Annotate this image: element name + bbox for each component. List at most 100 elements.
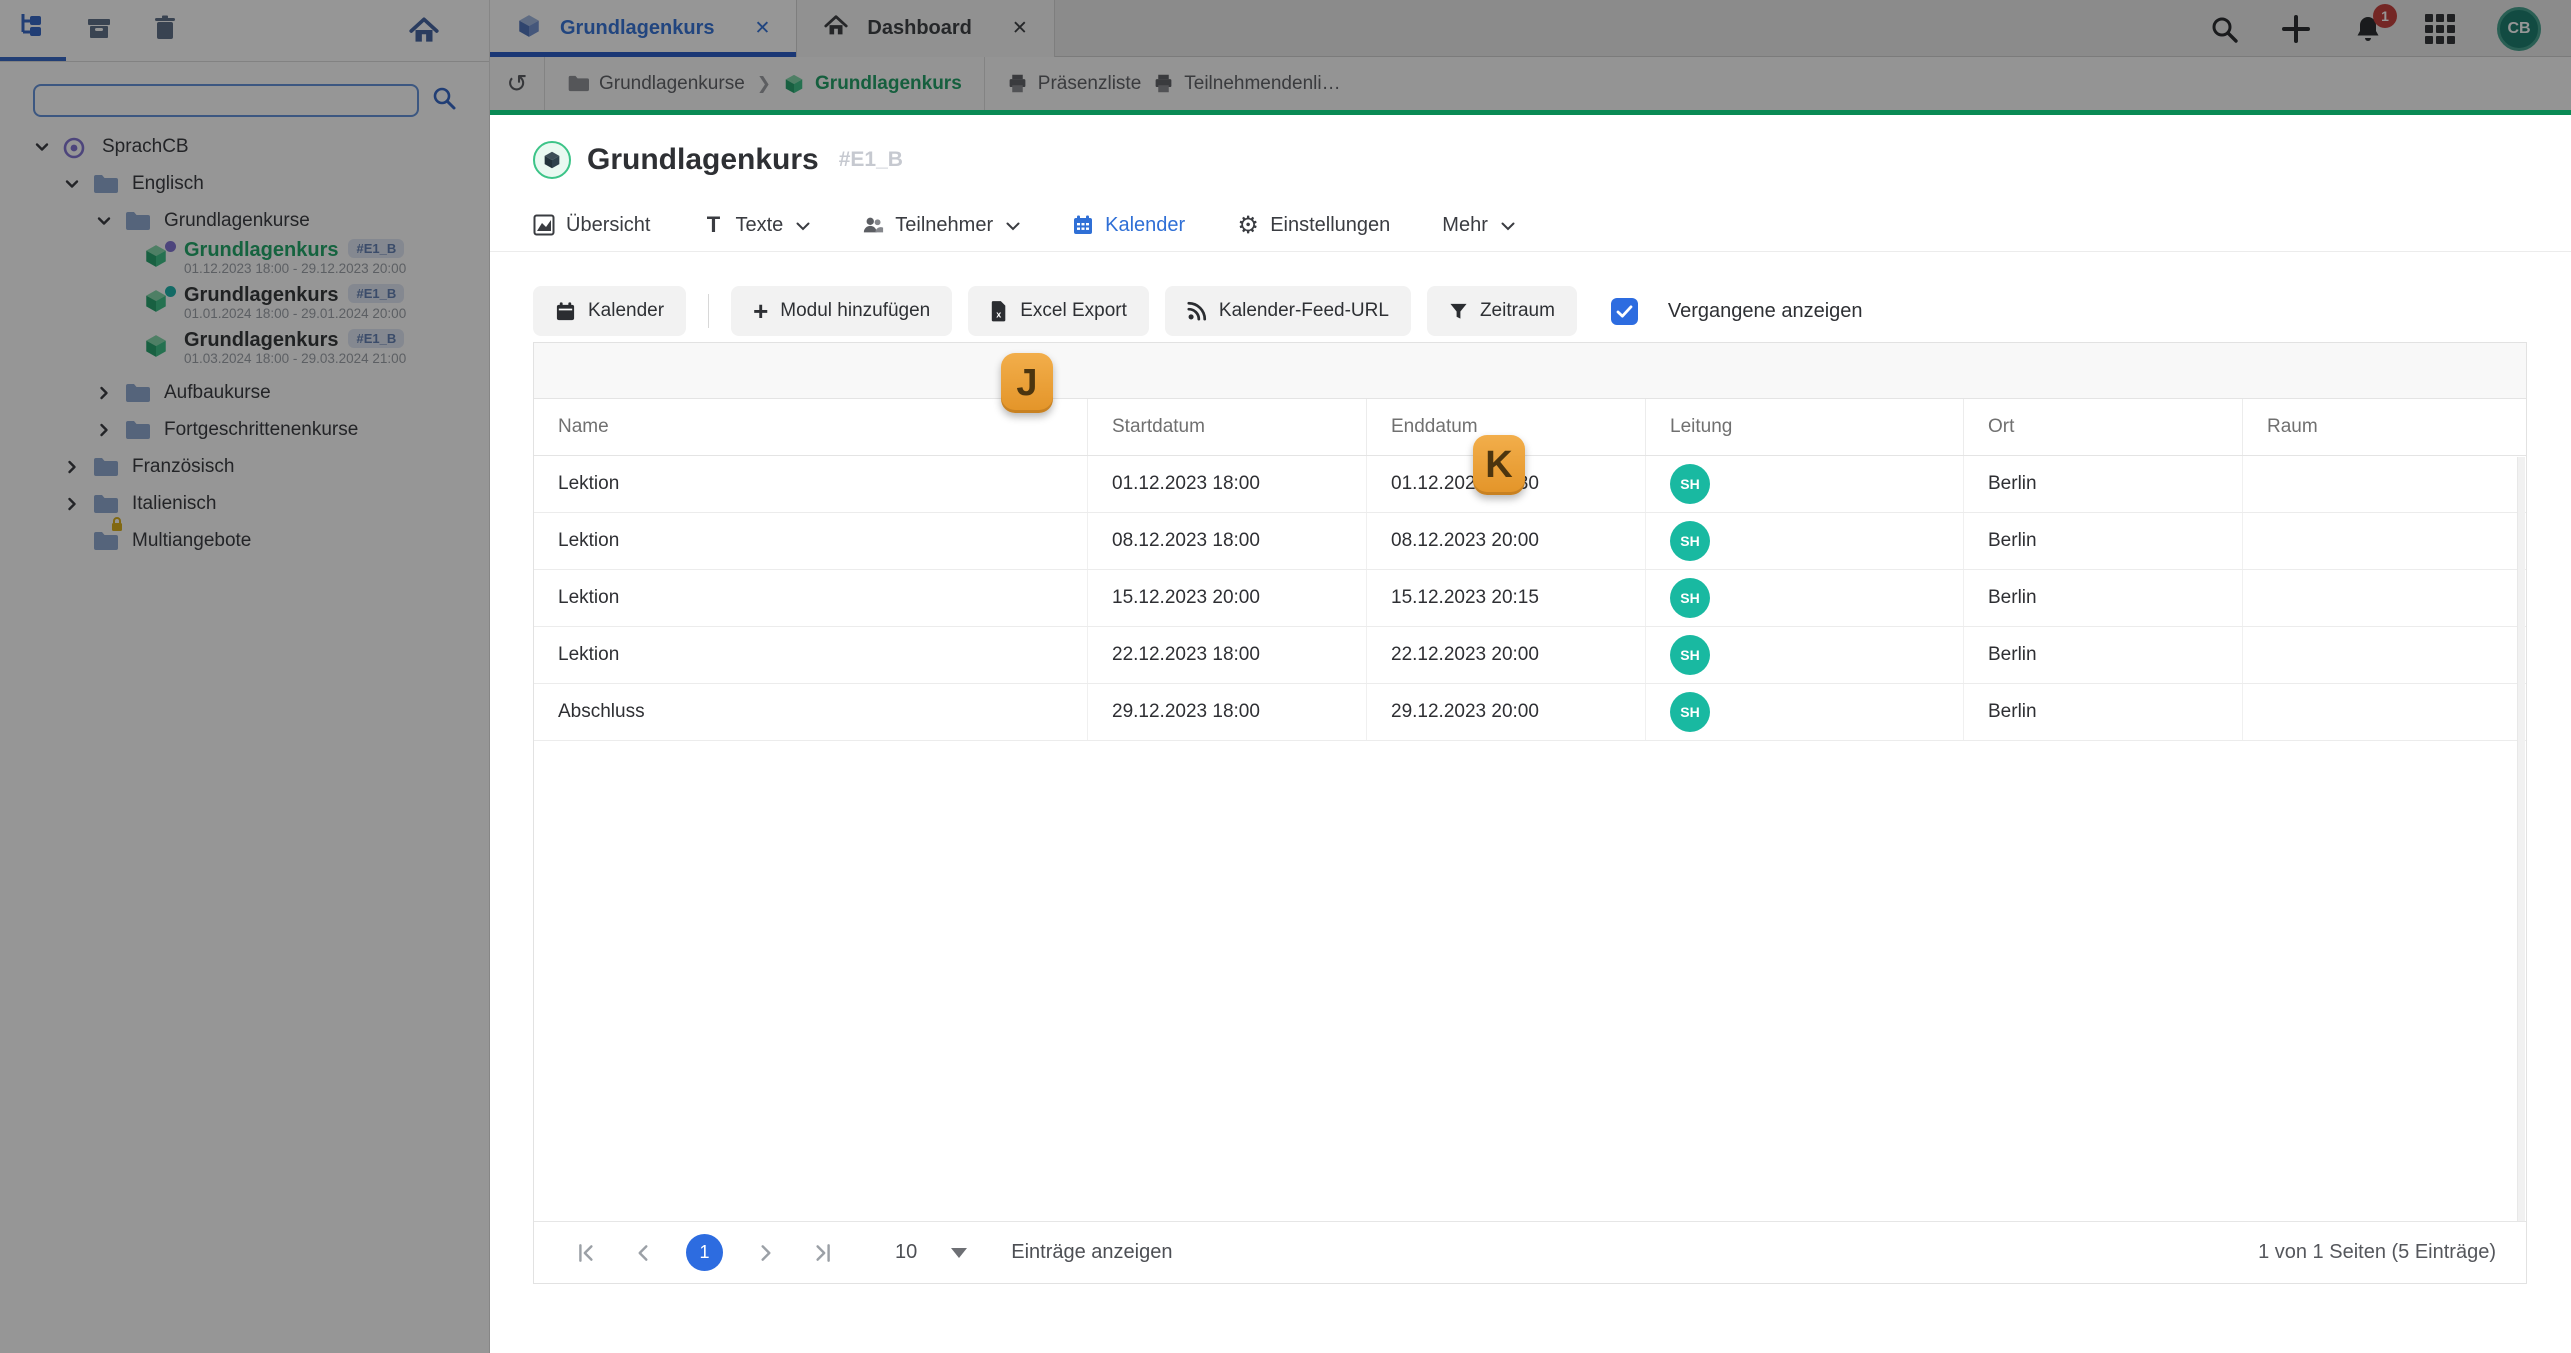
- modul-hinzufuegen-button[interactable]: + Modul hinzufügen: [731, 286, 953, 336]
- funnel-icon: [1450, 303, 1467, 319]
- column-header-ort[interactable]: Ort: [1964, 399, 2243, 455]
- course-nav-tabs: Übersicht T Texte Teilnehmer Kalender ⚙ …: [490, 199, 2571, 252]
- page-size-value: 10: [895, 1241, 918, 1263]
- cell-enddatum: 08.12.2023 20:00: [1367, 513, 1646, 569]
- checkbox-label[interactable]: Vergangene anzeigen: [1668, 300, 1863, 323]
- page-title: Grundlagenkurs: [587, 143, 819, 176]
- tab-label: Texte: [735, 213, 784, 236]
- cell-startdatum: 08.12.2023 18:00: [1088, 513, 1367, 569]
- tab-texte[interactable]: T Texte: [702, 212, 810, 237]
- tab-mehr[interactable]: Mehr: [1442, 214, 1515, 237]
- cell-raum: [2243, 627, 2526, 683]
- first-page-button[interactable]: [574, 1240, 600, 1266]
- leader-avatar[interactable]: SH: [1670, 578, 1710, 618]
- leader-avatar[interactable]: SH: [1670, 635, 1710, 675]
- people-icon: [862, 214, 884, 236]
- cell-enddatum: 15.12.2023 20:15: [1367, 570, 1646, 626]
- cell-name: Lektion: [534, 570, 1088, 626]
- cell-leitung: SH: [1646, 513, 1964, 569]
- kalender-button[interactable]: Kalender: [533, 286, 687, 336]
- vergangene-anzeigen-checkbox[interactable]: [1610, 297, 1638, 325]
- table-scrollbar-gutter[interactable]: [2517, 457, 2525, 1221]
- tab-kalender[interactable]: Kalender: [1072, 214, 1185, 237]
- table-row[interactable]: Lektion 15.12.2023 20:00 15.12.2023 20:1…: [534, 570, 2526, 627]
- leader-avatar[interactable]: SH: [1670, 464, 1710, 504]
- cell-ort: Berlin: [1964, 570, 2243, 626]
- tab-label: Teilnehmer: [895, 213, 994, 236]
- chevron-down-icon: [1501, 214, 1515, 237]
- rss-icon: [1187, 301, 1206, 321]
- cell-enddatum: 29.12.2023 20:00: [1367, 684, 1646, 740]
- table-empty-area: [534, 741, 2526, 1221]
- calendar-table-card: Name Startdatum Enddatum Leitung Ort Rau…: [533, 342, 2527, 1284]
- text-icon: T: [706, 212, 721, 237]
- chevron-down-icon: [1006, 214, 1020, 237]
- keyboard-hint-j[interactable]: J: [1001, 353, 1053, 413]
- check-icon: [1616, 304, 1633, 318]
- cell-leitung: SH: [1646, 684, 1964, 740]
- excel-file-icon: x: [992, 301, 1006, 322]
- calendar-toolbar: Kalender + Modul hinzufügen x Excel Expo…: [533, 286, 1863, 336]
- cell-leitung: SH: [1646, 627, 1964, 683]
- plus-icon: +: [753, 296, 769, 326]
- cell-ort: Berlin: [1964, 684, 2243, 740]
- previous-page-button[interactable]: [630, 1240, 656, 1266]
- leader-avatar[interactable]: SH: [1670, 692, 1710, 732]
- cell-name: Lektion: [534, 627, 1088, 683]
- page-size-select[interactable]: 10: [895, 1241, 968, 1264]
- course-cube-icon: [533, 141, 571, 179]
- chart-icon: [533, 214, 555, 236]
- gear-icon: ⚙: [1237, 211, 1259, 239]
- leader-avatar[interactable]: SH: [1670, 521, 1710, 561]
- column-header-raum[interactable]: Raum: [2243, 399, 2526, 455]
- tab-label: Einstellungen: [1270, 213, 1391, 236]
- last-page-button[interactable]: [809, 1240, 835, 1266]
- divider: [708, 294, 710, 328]
- page-size-label: Einträge anzeigen: [1011, 1241, 1173, 1263]
- cell-startdatum: 22.12.2023 18:00: [1088, 627, 1367, 683]
- tab-einstellungen[interactable]: ⚙ Einstellungen: [1237, 211, 1391, 239]
- button-label: Kalender: [588, 300, 665, 321]
- cell-ort: Berlin: [1964, 627, 2243, 683]
- button-label: Zeitraum: [1479, 300, 1555, 321]
- current-page-button[interactable]: 1: [686, 1234, 723, 1271]
- cell-raum: [2243, 684, 2526, 740]
- column-header-leitung[interactable]: Leitung: [1646, 399, 1964, 455]
- table-row[interactable]: Lektion 22.12.2023 18:00 22.12.2023 20:0…: [534, 627, 2526, 684]
- page-header: Grundlagenkurs #E1_B: [533, 141, 903, 179]
- tab-teilnehmer[interactable]: Teilnehmer: [862, 214, 1020, 237]
- cell-name: Abschluss: [534, 684, 1088, 740]
- table-row[interactable]: Abschluss 29.12.2023 18:00 29.12.2023 20…: [534, 684, 2526, 741]
- cell-ort: Berlin: [1964, 456, 2243, 512]
- calendar-icon: [556, 301, 575, 320]
- table-row[interactable]: Lektion 08.12.2023 18:00 08.12.2023 20:0…: [534, 513, 2526, 570]
- cell-leitung: SH: [1646, 570, 1964, 626]
- button-label: Kalender-Feed-URL: [1218, 300, 1389, 321]
- cell-raum: [2243, 456, 2526, 512]
- calendar-icon: [1072, 214, 1094, 236]
- tab-label: Mehr: [1442, 213, 1488, 236]
- zeitraum-button[interactable]: Zeitraum: [1426, 286, 1577, 336]
- keyboard-hint-k[interactable]: K: [1473, 435, 1525, 495]
- next-page-button[interactable]: [753, 1240, 779, 1266]
- cell-raum: [2243, 513, 2526, 569]
- course-code: #E1_B: [838, 148, 903, 171]
- sidebar-dim-overlay: [0, 0, 490, 1353]
- excel-export-button[interactable]: x Excel Export: [968, 286, 1149, 336]
- pagination-summary: 1 von 1 Seiten (5 Einträge): [2258, 1241, 2496, 1263]
- tab-uebersicht[interactable]: Übersicht: [533, 214, 650, 237]
- cell-name: Lektion: [534, 456, 1088, 512]
- pagination-bar: 1 10 Einträge anzeigen 1 von 1 Seiten (5…: [534, 1221, 2526, 1283]
- button-label: Modul hinzufügen: [780, 300, 931, 321]
- cell-enddatum: 22.12.2023 20:00: [1367, 627, 1646, 683]
- column-header-startdatum[interactable]: Startdatum: [1088, 399, 1367, 455]
- kalender-feed-url-button[interactable]: Kalender-Feed-URL: [1164, 286, 1411, 336]
- table-header-row: Name Startdatum Enddatum Leitung Ort Rau…: [534, 399, 2526, 456]
- cell-raum: [2243, 570, 2526, 626]
- main-content: Grundlagenkurs #E1_B Übersicht T Texte T…: [490, 115, 2571, 1353]
- topbar-dim-overlay: [490, 0, 2571, 110]
- svg-text:x: x: [997, 309, 1002, 319]
- cell-startdatum: 01.12.2023 18:00: [1088, 456, 1367, 512]
- table-row[interactable]: Lektion 01.12.2023 18:00 01.12.2023 20:3…: [534, 456, 2526, 513]
- pagination-controls: 1: [574, 1234, 835, 1271]
